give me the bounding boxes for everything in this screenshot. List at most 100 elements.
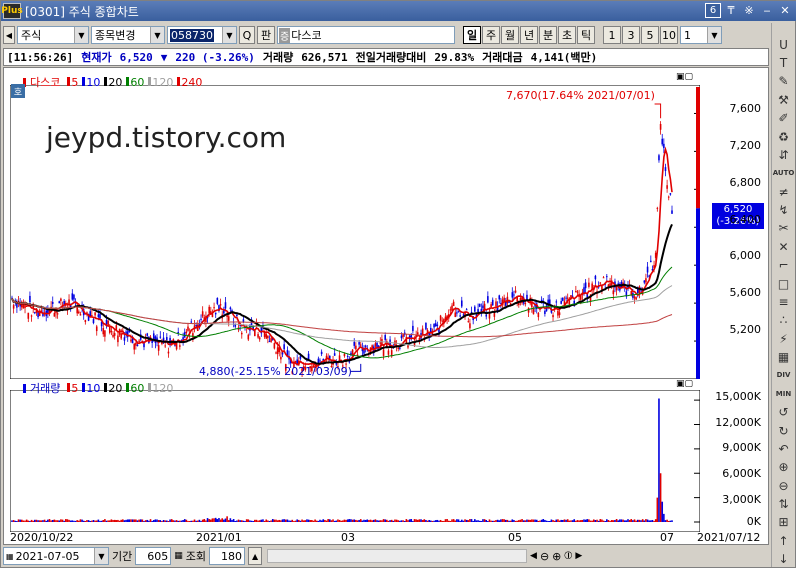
volume-bar	[412, 520, 414, 522]
pin-icon[interactable]: ₸	[723, 3, 739, 18]
candle-body	[60, 298, 62, 301]
sidebar-tool-icon[interactable]: ✕	[774, 239, 794, 254]
sidebar-tool-icon[interactable]: ≡	[774, 294, 794, 309]
panel-maximize-icon[interactable]: ▣▢	[676, 72, 693, 82]
amount-value: 4,141(백만)	[530, 51, 598, 64]
volume-bar	[475, 520, 478, 522]
scroll-right-icon[interactable]: ▶	[575, 551, 582, 561]
pan-button[interactable]: 판	[257, 26, 275, 44]
volume-bar	[42, 520, 44, 522]
interval-10-button[interactable]: 10	[660, 26, 678, 44]
sidebar-tool-icon[interactable]: ⚒	[774, 92, 794, 107]
candle-body	[594, 275, 597, 280]
candle-body	[454, 312, 457, 317]
close-button[interactable]: ✕	[777, 3, 793, 18]
period-month-tab[interactable]: 월	[501, 26, 519, 44]
period-year-tab[interactable]: 년	[520, 26, 538, 44]
sidebar-tool-icon[interactable]: ⇅	[774, 496, 794, 511]
scrollbar-track[interactable]	[267, 549, 528, 563]
sidebar-tool-icon[interactable]: ↯	[774, 202, 794, 217]
zoom-in-icon[interactable]: ⊕	[552, 550, 561, 563]
interval-1-button[interactable]: 1	[603, 26, 621, 44]
sidebar-tool-icon[interactable]: AUTO	[773, 166, 795, 181]
link-icon[interactable]: ※	[741, 3, 757, 18]
sidebar-tool-icon[interactable]: ♻	[774, 129, 794, 144]
search-icon[interactable]: Q	[239, 26, 255, 44]
sidebar-tool-icon[interactable]: □	[774, 276, 794, 291]
chevron-down-icon[interactable]: ▼	[707, 27, 721, 43]
interval-select[interactable]: 1 ▼	[680, 26, 722, 44]
volume-bar	[270, 520, 272, 522]
chevron-down-icon[interactable]: ▼	[94, 548, 108, 564]
grid-icon[interactable]: ▦	[174, 551, 183, 561]
stock-code-input[interactable]: 058730 ▼	[167, 26, 237, 44]
interval-5-button[interactable]: 5	[641, 26, 659, 44]
volume-bar	[521, 519, 523, 522]
sidebar-tool-icon[interactable]: U	[774, 37, 794, 52]
volume-bar	[645, 519, 647, 522]
sidebar-tool-icon[interactable]: ⊕	[774, 460, 794, 475]
volume-bar	[426, 520, 429, 522]
period-week-tab[interactable]: 주	[482, 26, 500, 44]
sidebar-tool-icon[interactable]: ↺	[774, 405, 794, 420]
sidebar-tool-icon[interactable]: DIV	[774, 368, 794, 383]
chevron-down-icon[interactable]: ▼	[74, 27, 88, 43]
chevron-down-icon[interactable]: ▼	[150, 27, 164, 43]
pause-icon[interactable]: ⦶	[564, 549, 572, 563]
chevron-down-icon[interactable]: ▼	[222, 27, 236, 43]
screen-number-button[interactable]: 6	[705, 3, 721, 18]
volume-bar	[498, 520, 501, 522]
volume-bar	[324, 519, 326, 522]
prev-arrow-icon[interactable]: ◀	[3, 26, 15, 44]
panel-maximize-icon[interactable]: ▣▢	[676, 379, 693, 389]
lookup-input[interactable]: 180	[209, 547, 246, 565]
volume-bar	[100, 520, 103, 522]
sidebar-tool-icon[interactable]: ≠	[774, 184, 794, 199]
volume-bar	[73, 520, 75, 522]
sidebar-tool-icon[interactable]: ↶	[774, 441, 794, 456]
minimize-button[interactable]: ‒	[759, 3, 775, 18]
change-select[interactable]: 종목변경 ▼	[91, 26, 165, 44]
sidebar-tool-icon[interactable]: ⊞	[774, 515, 794, 530]
volume-bar	[619, 519, 621, 522]
interval-3-button[interactable]: 3	[622, 26, 640, 44]
sidebar-tool-icon[interactable]: ↻	[774, 423, 794, 438]
sidebar-tool-icon[interactable]: ✂	[774, 221, 794, 236]
scroll-left-icon[interactable]: ◀	[530, 551, 537, 561]
sidebar-tool-icon[interactable]: ⚡	[774, 331, 794, 346]
sidebar-tool-icon[interactable]: MIN	[774, 386, 794, 401]
volume-bar	[112, 520, 114, 522]
volume-bar	[95, 520, 98, 522]
period-second-tab[interactable]: 초	[558, 26, 576, 44]
volume-bar	[242, 520, 245, 522]
sidebar-tool-icon[interactable]: ↓	[774, 552, 794, 567]
stock-name-field[interactable]: 증 다스코	[277, 26, 455, 44]
sidebar-tool-icon[interactable]: ✎	[774, 74, 794, 89]
spin-arrow-icon[interactable]: ▲	[248, 547, 263, 565]
date-select[interactable]: ▦ 2021-07-05 ▼	[3, 547, 109, 565]
volume-bar	[535, 519, 538, 522]
volume-chart[interactable]	[10, 390, 700, 532]
period-day-tab[interactable]: 일	[463, 26, 481, 44]
sidebar-tool-icon[interactable]: ▦	[774, 349, 794, 364]
sidebar-tool-icon[interactable]: ↑	[774, 533, 794, 548]
zoom-out-icon[interactable]: ⊖	[540, 550, 549, 563]
period-input[interactable]: 605	[135, 547, 172, 565]
candle-body	[22, 305, 25, 309]
candle-body	[449, 309, 452, 311]
period-minute-tab[interactable]: 분	[539, 26, 557, 44]
market-select[interactable]: 주식 ▼	[17, 26, 89, 44]
candle-body	[280, 356, 282, 360]
sidebar-tool-icon[interactable]: ∴	[774, 313, 794, 328]
volume-bar	[273, 519, 276, 522]
sidebar-tool-icon[interactable]: T	[774, 55, 794, 70]
sidebar-tool-icon[interactable]: ✐	[774, 111, 794, 126]
sidebar-tool-icon[interactable]: ⌐	[774, 258, 794, 273]
volume-value: 626,571	[301, 50, 348, 64]
period-tick-tab[interactable]: 틱	[577, 26, 595, 44]
volume-bar	[491, 520, 494, 522]
legend-swatch	[148, 76, 152, 86]
ho-badge[interactable]: 호	[11, 84, 25, 98]
sidebar-tool-icon[interactable]: ⊖	[774, 478, 794, 493]
sidebar-tool-icon[interactable]: ⇵	[774, 147, 794, 162]
